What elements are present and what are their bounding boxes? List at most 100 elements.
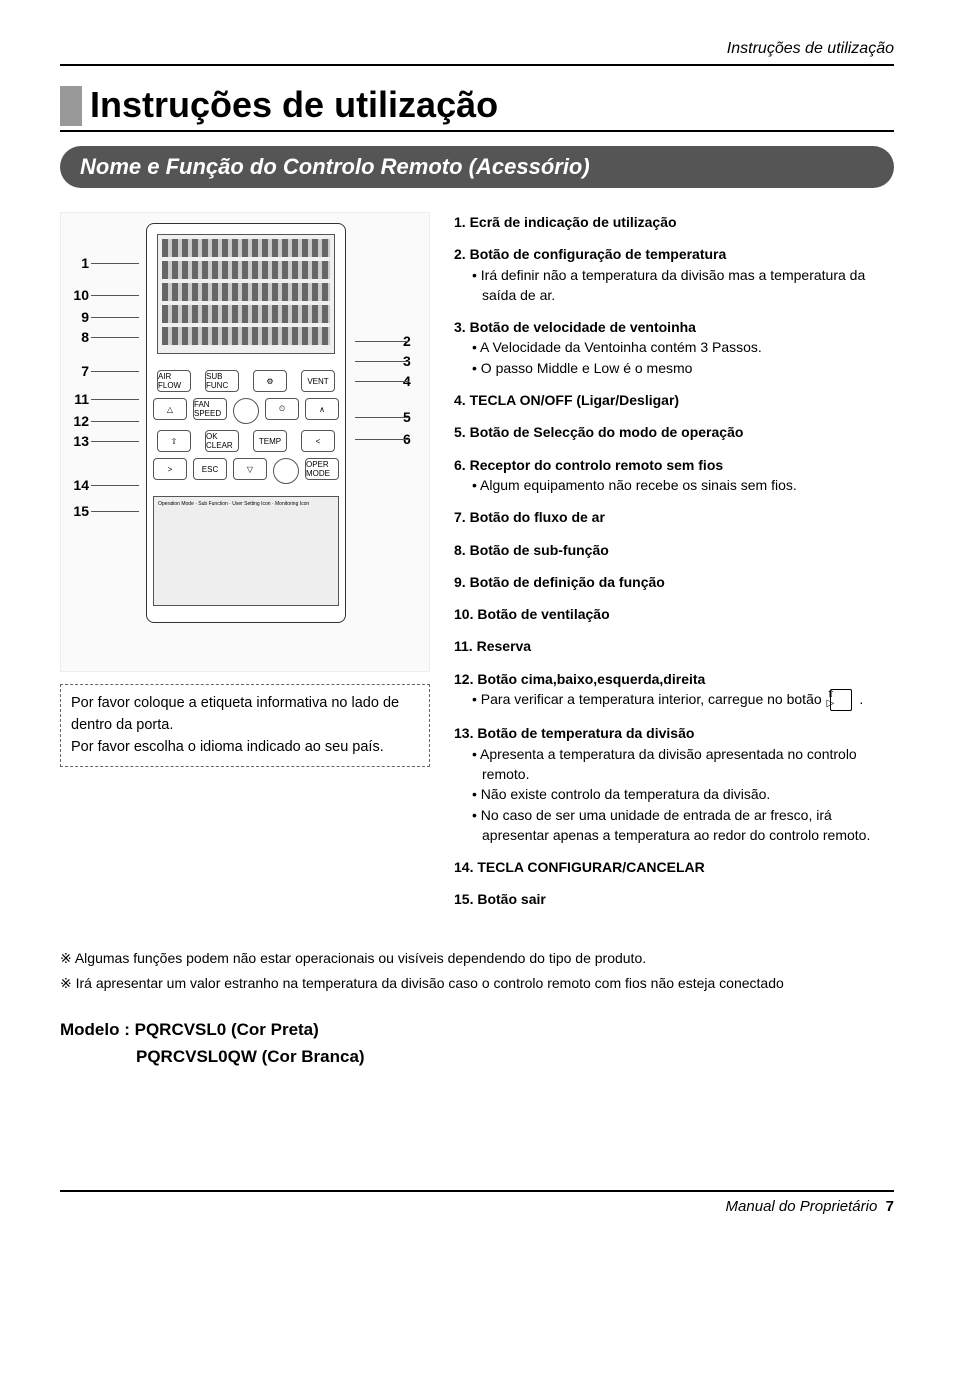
remote-button-7: ⏲ (265, 398, 299, 420)
feature-name: Botão de configuração de temperatura (470, 246, 727, 262)
feature-14: 14. TECLA CONFIGURAR/CANCELAR (454, 857, 894, 877)
feature-num: 2. (454, 246, 470, 262)
callout-left-12: 12 (65, 413, 89, 429)
note-box: Por favor coloque a etiqueta informativa… (60, 684, 430, 767)
note-2: ※ Irá apresentar um valor estranho na te… (60, 975, 894, 992)
model-block: Modelo : PQRCVSL0 (Cor Preta) PQRCVSL0QW… (60, 1016, 894, 1070)
remote-button-2: ⚙ (253, 370, 287, 392)
feature-name: Botão de temperatura da divisão (477, 725, 694, 741)
callout-left-1: 1 (65, 255, 89, 271)
feature-num: 3. (454, 319, 470, 335)
callout-left-15: 15 (65, 503, 89, 519)
feature-num: 15. (454, 891, 477, 907)
remote-button-9: ⇧ (157, 430, 191, 452)
feature-4: 4. TECLA ON/OFF (Ligar/Desligar) (454, 390, 894, 410)
feature-12: 12. Botão cima,baixo,esquerda,direita Par… (454, 669, 894, 712)
bottom-notes: ※ Algumas funções podem não estar operac… (60, 950, 894, 992)
callout-left-9: 9 (65, 309, 89, 325)
feature-1: 1. Ecrã de indicação de utilização (454, 212, 894, 232)
model-line2: PQRCVSL0QW (Cor Branca) (136, 1043, 894, 1070)
feature-num: 13. (454, 725, 477, 741)
subtitle-bar: Nome e Função do Controlo Remoto (Acessó… (60, 146, 894, 188)
feature-sub: No caso de ser uma unidade de entrada de… (472, 805, 894, 846)
top-rule (60, 64, 894, 66)
remote-button-3: VENT (301, 370, 335, 392)
feature-name: Botão de definição da função (470, 574, 665, 590)
callout-right-6: 6 (403, 431, 427, 447)
feature-list: 1. Ecrã de indicação de utilização2. Bot… (454, 212, 894, 910)
feature-sub: O passo Middle e Low é o mesmo (472, 358, 894, 378)
callout-left-7: 7 (65, 363, 89, 379)
remote-button-10: OK CLEAR (205, 430, 239, 452)
callout-right-2: 2 (403, 333, 427, 349)
feature-9: 9. Botão de definição da função (454, 572, 894, 592)
feature-num: 9. (454, 574, 470, 590)
page-title: Instruções de utilização (90, 84, 498, 126)
feature-10: 10. Botão de ventilação (454, 604, 894, 624)
callout-right-3: 3 (403, 353, 427, 369)
feature-name: TECLA CONFIGURAR/CANCELAR (477, 859, 704, 875)
feature-name: Botão de Selecção do modo de operação (470, 424, 744, 440)
feature-15: 15. Botão sair (454, 889, 894, 909)
callout-right-5: 5 (403, 409, 427, 425)
footer-page: 7 (886, 1198, 894, 1215)
note-line1: Por favor coloque a etiqueta informativa… (71, 693, 419, 737)
feature-num: 7. (454, 509, 470, 525)
note-1: ※ Algumas funções podem não estar operac… (60, 950, 894, 967)
feature-name: Botão sair (477, 891, 545, 907)
feature-num: 10. (454, 606, 477, 622)
feature-3: 3. Botão de velocidade de ventoinhaA Vel… (454, 317, 894, 378)
callout-right-4: 4 (403, 373, 427, 389)
remote-buttons-area: AIR FLOWSUB FUNC⚙VENT△FAN SPEED⏲∧⇧OK CLE… (147, 364, 345, 490)
feature-6: 6. Receptor do controlo remoto sem fios A… (454, 455, 894, 496)
callout-left-14: 14 (65, 477, 89, 493)
feature-num: 6. (454, 457, 470, 473)
callout-left-13: 13 (65, 433, 89, 449)
feature-7: 7. Botão do fluxo de ar (454, 507, 894, 527)
footer: Manual do Proprietário 7 (60, 1190, 894, 1215)
title-block-icon (60, 86, 82, 126)
feature-name: Botão de sub-função (470, 542, 609, 558)
remote-button-11: TEMP (253, 430, 287, 452)
feature-num: 1. (454, 214, 470, 230)
feature-11: 11. Reserva (454, 636, 894, 656)
note-line2: Por favor escolha o idioma indicado ao s… (71, 737, 419, 759)
feature-num: 4. (454, 392, 470, 408)
remote-display-icon (157, 234, 335, 354)
remote-button-16 (273, 458, 299, 484)
feature-name: Receptor do controlo remoto sem fios (470, 457, 724, 473)
feature-num: 5. (454, 424, 470, 440)
remote-button-5: FAN SPEED (193, 398, 227, 420)
remote-body: AIR FLOWSUB FUNC⚙VENT△FAN SPEED⏲∧⇧OK CLE… (146, 223, 346, 623)
remote-button-17: OPER MODE (305, 458, 339, 480)
feature-name: Botão cima,baixo,esquerda,direita (477, 671, 705, 687)
feature-5: 5. Botão de Selecção do modo de operação (454, 422, 894, 442)
model-line1: Modelo : PQRCVSL0 (Cor Preta) (60, 1020, 319, 1039)
feature-sub: Para verificar a temperatura interior, c… (472, 689, 894, 711)
feature-2: 2. Botão de configuração de temperatura I… (454, 244, 894, 305)
remote-button-1: SUB FUNC (205, 370, 239, 392)
feature-num: 8. (454, 542, 470, 558)
feature-num: 11. (454, 638, 477, 654)
feature-num: 14. (454, 859, 477, 875)
running-head: Instruções de utilização (60, 40, 894, 58)
feature-sub: Irá definir não a temperatura da divisão… (472, 265, 894, 306)
feature-sub: Não existe controlo da temperatura da di… (472, 784, 894, 804)
remote-button-0: AIR FLOW (157, 370, 191, 392)
remote-button-4: △ (153, 398, 187, 420)
feature-sub: Algum equipamento não recebe os sinais s… (472, 475, 894, 495)
remote-diagram: 1109871112131415 23456 AIR FLOWSUB FUNC⚙… (60, 212, 430, 672)
remote-button-14: ESC (193, 458, 227, 480)
feature-name: Botão de ventilação (477, 606, 609, 622)
feature-sub: Apresenta a temperatura da divisão apres… (472, 744, 894, 785)
feature-name: Botão de velocidade de ventoinha (470, 319, 696, 335)
remote-button-6 (233, 398, 259, 424)
remote-info-label-icon: Operation Mode · Sub Function · User Set… (153, 496, 339, 606)
feature-name: Ecrã de indicação de utilização (470, 214, 677, 230)
callout-left-8: 8 (65, 329, 89, 345)
feature-name: Reserva (477, 638, 532, 654)
feature-13: 13. Botão de temperatura da divisão Apres… (454, 723, 894, 845)
footer-text: Manual do Proprietário (726, 1198, 878, 1215)
feature-8: 8. Botão de sub-função (454, 540, 894, 560)
feature-num: 12. (454, 671, 477, 687)
